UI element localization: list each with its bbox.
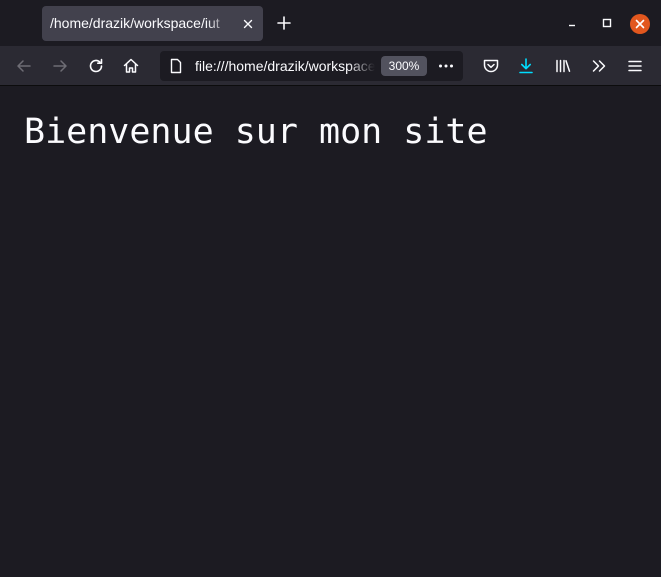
browser-window: /home/drazik/workspace/iut file:///home/… xyxy=(0,0,661,577)
page-heading: Bienvenue sur mon site xyxy=(24,112,488,152)
pocket-icon[interactable] xyxy=(481,56,501,76)
tab-active[interactable]: /home/drazik/workspace/iut xyxy=(42,6,263,41)
page-content: Bienvenue sur mon site xyxy=(0,86,661,577)
maximize-icon[interactable] xyxy=(599,15,615,31)
hamburger-menu-icon[interactable] xyxy=(625,56,645,76)
back-arrow-icon[interactable] xyxy=(14,56,34,76)
minimize-icon[interactable] xyxy=(564,15,580,31)
navigation-toolbar: file:///home/drazik/workspace/iut 300% xyxy=(0,46,661,86)
url-text[interactable]: file:///home/drazik/workspace/iut xyxy=(195,57,375,75)
tab-strip: /home/drazik/workspace/iut xyxy=(0,0,661,46)
home-icon[interactable] xyxy=(121,56,141,76)
chevron-double-right-icon[interactable] xyxy=(589,56,609,76)
ellipsis-icon[interactable] xyxy=(437,58,455,74)
forward-arrow-icon[interactable] xyxy=(50,56,70,76)
library-icon[interactable] xyxy=(553,56,573,76)
tab-title: /home/drazik/workspace/iut xyxy=(50,15,220,31)
zoom-level-button[interactable]: 300% xyxy=(381,56,427,76)
close-window-icon[interactable] xyxy=(630,14,650,34)
close-icon[interactable] xyxy=(240,16,256,32)
page-icon xyxy=(168,58,184,74)
reload-icon[interactable] xyxy=(86,56,106,76)
plus-icon[interactable] xyxy=(274,13,294,33)
download-icon[interactable] xyxy=(516,56,536,76)
url-bar[interactable]: file:///home/drazik/workspace/iut 300% xyxy=(160,51,463,81)
